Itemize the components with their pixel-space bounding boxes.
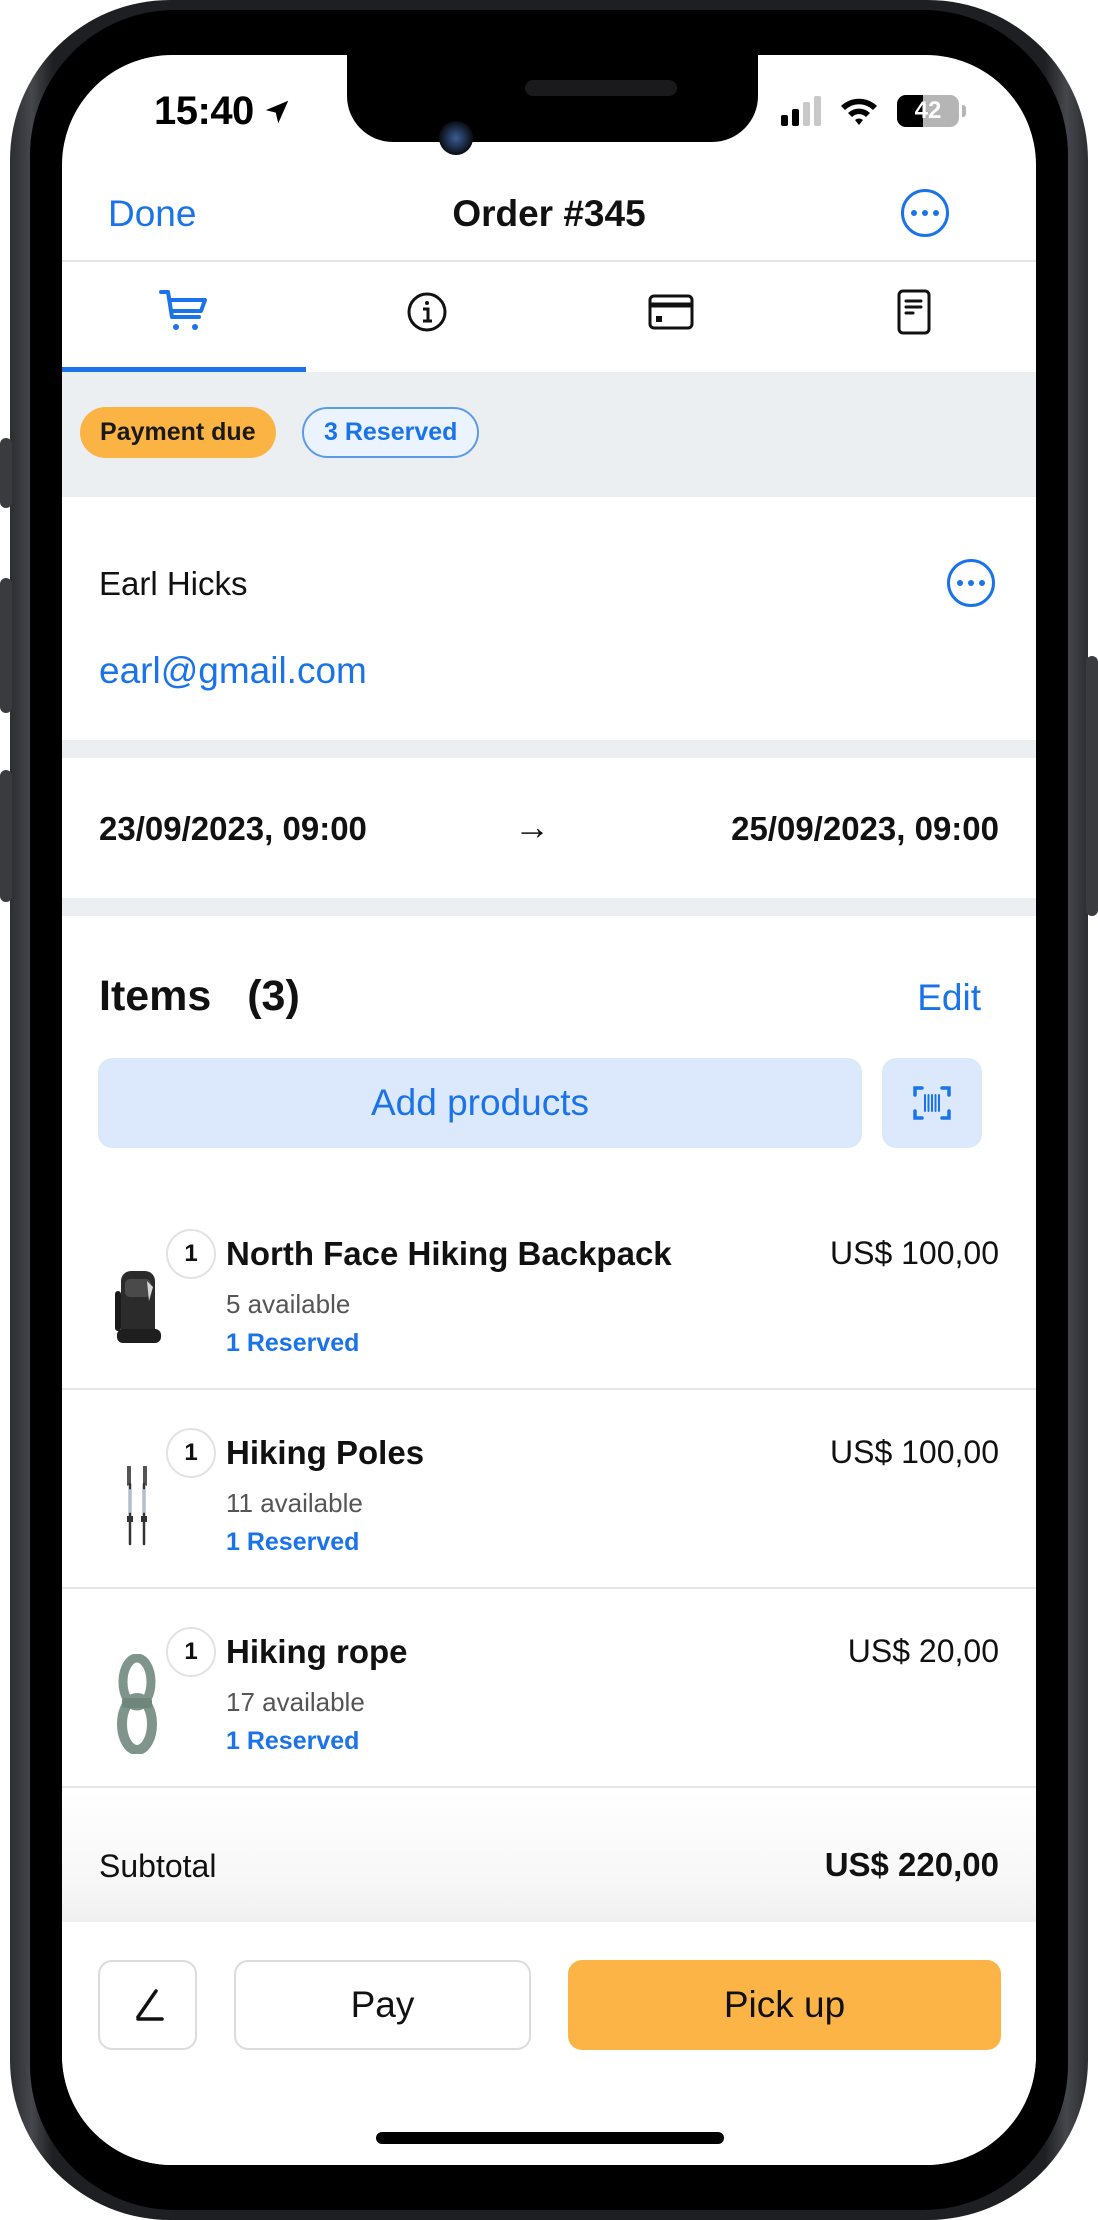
availability-text: 17 available (226, 1687, 365, 1717)
subtotal-value: US$ 220,00 (824, 1846, 999, 1883)
credit-card-icon (648, 294, 694, 330)
availability-text: 5 available (226, 1289, 351, 1319)
battery-icon: 42 (897, 95, 959, 127)
product-name: North Face Hiking Backpack (226, 1235, 672, 1272)
list-item[interactable]: 1 Hiking Poles 11 available 1 Reserved U… (62, 1390, 1036, 1589)
tab-info[interactable] (306, 262, 550, 372)
list-item[interactable]: 1 Hiking rope 17 available 1 Reserved US… (62, 1589, 1036, 1788)
order-more-button[interactable] (901, 189, 949, 237)
customer-more-button[interactable] (947, 559, 995, 607)
location-arrow-icon (265, 100, 289, 123)
product-name: Hiking rope (226, 1633, 408, 1670)
product-thumbnail-poles (102, 1450, 172, 1560)
quantity-badge: 1 (166, 1428, 216, 1478)
reserved-status: 1 Reserved (226, 1727, 360, 1755)
status-indicators: 42 (781, 95, 966, 127)
navigation-bar: Done Order #345 (62, 175, 1036, 262)
notch (347, 55, 758, 142)
edit-items-button[interactable]: Edit (917, 977, 981, 1019)
barcode-scan-icon (913, 1086, 951, 1120)
quantity-badge: 1 (166, 1627, 216, 1677)
scan-barcode-button[interactable] (882, 1058, 982, 1148)
more-circle-icon (957, 580, 963, 586)
subtotal-label: Subtotal (99, 1848, 217, 1884)
status-time: 15:40 (154, 89, 292, 134)
product-price: US$ 100,00 (829, 1434, 999, 1470)
product-thumbnail-backpack (102, 1251, 172, 1361)
product-price: US$ 20,00 (847, 1633, 999, 1669)
cellular-signal-icon (781, 96, 821, 126)
pencil-icon (135, 1989, 164, 2021)
tab-cart[interactable] (62, 262, 306, 372)
add-products-button[interactable]: Add products (98, 1058, 862, 1148)
more-circle-icon (911, 210, 917, 216)
customer-section: Earl Hicks earl@gmail.com (62, 497, 1036, 740)
sign-button[interactable] (98, 1960, 197, 2050)
pick-up-button[interactable]: Pick up (568, 1960, 1001, 2050)
items-title: Items (3) (99, 972, 300, 1020)
customer-email-link[interactable]: earl@gmail.com (99, 650, 367, 692)
product-name: Hiking Poles (226, 1434, 425, 1471)
more-dot (979, 580, 985, 586)
screen: 15:40 42 Done Order #345 Payment due 3 R… (62, 55, 1036, 2165)
battery-indicator: 42 (897, 95, 966, 127)
list-item[interactable]: 1 North Face Hiking Backpack 5 available… (62, 1191, 1036, 1390)
tab-documents[interactable] (793, 262, 1037, 372)
tab-bar (62, 262, 1036, 372)
more-dot (933, 210, 939, 216)
speaker (525, 80, 677, 96)
battery-tip (962, 105, 966, 117)
more-dot (968, 580, 974, 586)
section-divider (62, 898, 1036, 916)
tab-payment[interactable] (549, 262, 793, 372)
page-title: Order #345 (452, 193, 646, 234)
end-date: 25/09/2023, 09:00 (731, 810, 999, 847)
quantity-badge: 1 (166, 1229, 216, 1279)
product-thumbnail-rope (102, 1649, 172, 1759)
status-badges: Payment due 3 Reserved (62, 372, 1036, 497)
rental-period[interactable]: 23/09/2023, 09:00 → 25/09/2023, 09:00 (62, 758, 1036, 898)
receipt-icon (897, 289, 931, 335)
payment-due-badge: Payment due (80, 407, 276, 458)
cart-icon (158, 290, 207, 330)
action-bar: Pay Pick up (62, 1922, 1036, 2165)
wifi-icon (841, 98, 877, 125)
battery-percent: 42 (914, 97, 942, 124)
reserved-status: 1 Reserved (226, 1528, 360, 1556)
reserved-status: 1 Reserved (226, 1329, 360, 1357)
front-camera (439, 121, 473, 155)
pay-button[interactable]: Pay (234, 1960, 531, 2050)
home-indicator[interactable] (376, 2132, 724, 2144)
subtotal-row: Subtotal US$ 220,00 (62, 1790, 1036, 1922)
more-dot (922, 210, 928, 216)
start-date: 23/09/2023, 09:00 (99, 810, 367, 847)
availability-text: 11 available (226, 1488, 363, 1518)
status-time-text: 15:40 (154, 89, 254, 133)
reserved-badge: 3 Reserved (302, 407, 480, 458)
arrow-right-icon: → (514, 806, 550, 847)
product-price: US$ 100,00 (829, 1235, 999, 1271)
info-icon (407, 292, 447, 332)
section-divider (62, 740, 1036, 758)
customer-name: Earl Hicks (99, 565, 248, 602)
